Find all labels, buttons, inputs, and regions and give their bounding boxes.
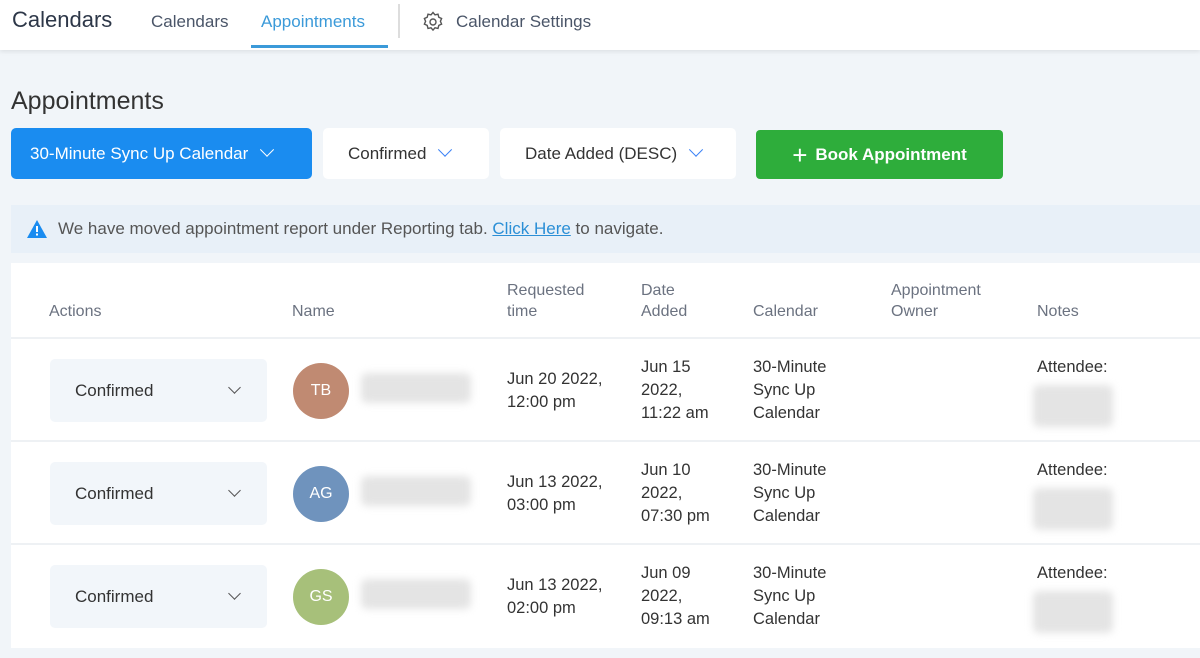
calendar-name: 30-Minute Sync Up Calendar <box>753 564 827 628</box>
calendar-dropdown-label: 30-Minute Sync Up Calendar <box>30 143 249 163</box>
info-banner: We have moved appointment report under R… <box>11 205 1200 253</box>
chevron-down-icon <box>228 484 241 497</box>
contact-name-redacted[interactable] <box>361 373 471 403</box>
calendar-dropdown[interactable]: 30-Minute Sync Up Calendar <box>11 128 312 179</box>
notes-redacted <box>1033 591 1113 633</box>
status-dropdown-label: Confirmed <box>348 143 427 163</box>
status-select-label: Confirmed <box>75 586 154 606</box>
requested-time: Jun 13 2022, 03:00 pm <box>507 473 603 514</box>
banner-suffix: to navigate. <box>575 219 664 238</box>
status-select[interactable]: Confirmed <box>50 462 267 525</box>
table-row: Confirmed TB Jun 20 2022, 12:00 pm Jun 15… <box>11 337 1200 440</box>
book-appointment-button[interactable]: + Book Appointment <box>756 130 1003 179</box>
notes: Attendee: <box>1037 461 1108 479</box>
sort-dropdown-label: Date Added (DESC) <box>525 143 678 163</box>
book-appointment-label: Book Appointment <box>815 144 967 164</box>
chevron-down-icon <box>438 142 453 157</box>
table-row: Confirmed AG Jun 13 2022, 03:00 pm Jun 10… <box>11 440 1200 543</box>
banner-text: We have moved appointment report under R… <box>58 219 488 238</box>
contact-name-redacted[interactable] <box>361 476 471 506</box>
notes-redacted <box>1033 488 1113 530</box>
notes-redacted <box>1033 385 1113 427</box>
warning-icon <box>27 220 47 238</box>
top-nav: Calendars Calendars Appointments Calenda… <box>0 0 1200 50</box>
table-row: Confirmed GS Jun 13 2022, 02:00 pm Jun 09… <box>11 543 1200 646</box>
plus-icon: + <box>792 139 808 170</box>
notes: Attendee: <box>1037 358 1108 376</box>
col-name: Name <box>292 303 335 320</box>
col-date-added: Date Added <box>641 282 688 320</box>
page-title: Appointments <box>11 87 164 115</box>
col-appointment-owner: Appointment Owner <box>891 282 981 320</box>
tab-calendars[interactable]: Calendars <box>151 12 229 32</box>
click-here-link[interactable]: Click Here <box>492 219 570 238</box>
active-tab-underline <box>251 45 388 48</box>
chevron-down-icon <box>228 587 241 600</box>
status-select[interactable]: Confirmed <box>50 359 267 422</box>
divider <box>398 4 400 38</box>
status-select-label: Confirmed <box>75 380 154 400</box>
col-requested-time: Requested time <box>507 282 585 320</box>
col-actions: Actions <box>49 303 102 320</box>
chevron-down-icon <box>260 142 275 157</box>
date-added: Jun 09 2022, 09:13 am <box>641 564 710 628</box>
sort-dropdown[interactable]: Date Added (DESC) <box>500 128 736 179</box>
tab-calendar-settings[interactable]: Calendar Settings <box>456 12 591 32</box>
chevron-down-icon <box>689 142 704 157</box>
avatar: GS <box>293 569 349 625</box>
calendar-name: 30-Minute Sync Up Calendar <box>753 461 827 525</box>
requested-time: Jun 20 2022, 12:00 pm <box>507 370 603 411</box>
date-added: Jun 15 2022, 11:22 am <box>641 358 709 422</box>
notes: Attendee: <box>1037 564 1108 582</box>
col-calendar: Calendar <box>753 303 818 320</box>
avatar: TB <box>293 363 349 419</box>
brand-title: Calendars <box>12 7 113 32</box>
col-notes: Notes <box>1037 303 1079 320</box>
contact-name-redacted[interactable] <box>361 579 471 609</box>
avatar: AG <box>293 466 349 522</box>
tab-appointments[interactable]: Appointments <box>261 12 365 32</box>
status-dropdown[interactable]: Confirmed <box>323 128 489 179</box>
status-select-label: Confirmed <box>75 483 154 503</box>
date-added: Jun 10 2022, 07:30 pm <box>641 461 710 525</box>
gear-icon[interactable] <box>421 10 445 39</box>
chevron-down-icon <box>228 381 241 394</box>
status-select[interactable]: Confirmed <box>50 565 267 628</box>
requested-time: Jun 13 2022, 02:00 pm <box>507 576 603 617</box>
calendar-name: 30-Minute Sync Up Calendar <box>753 358 827 422</box>
